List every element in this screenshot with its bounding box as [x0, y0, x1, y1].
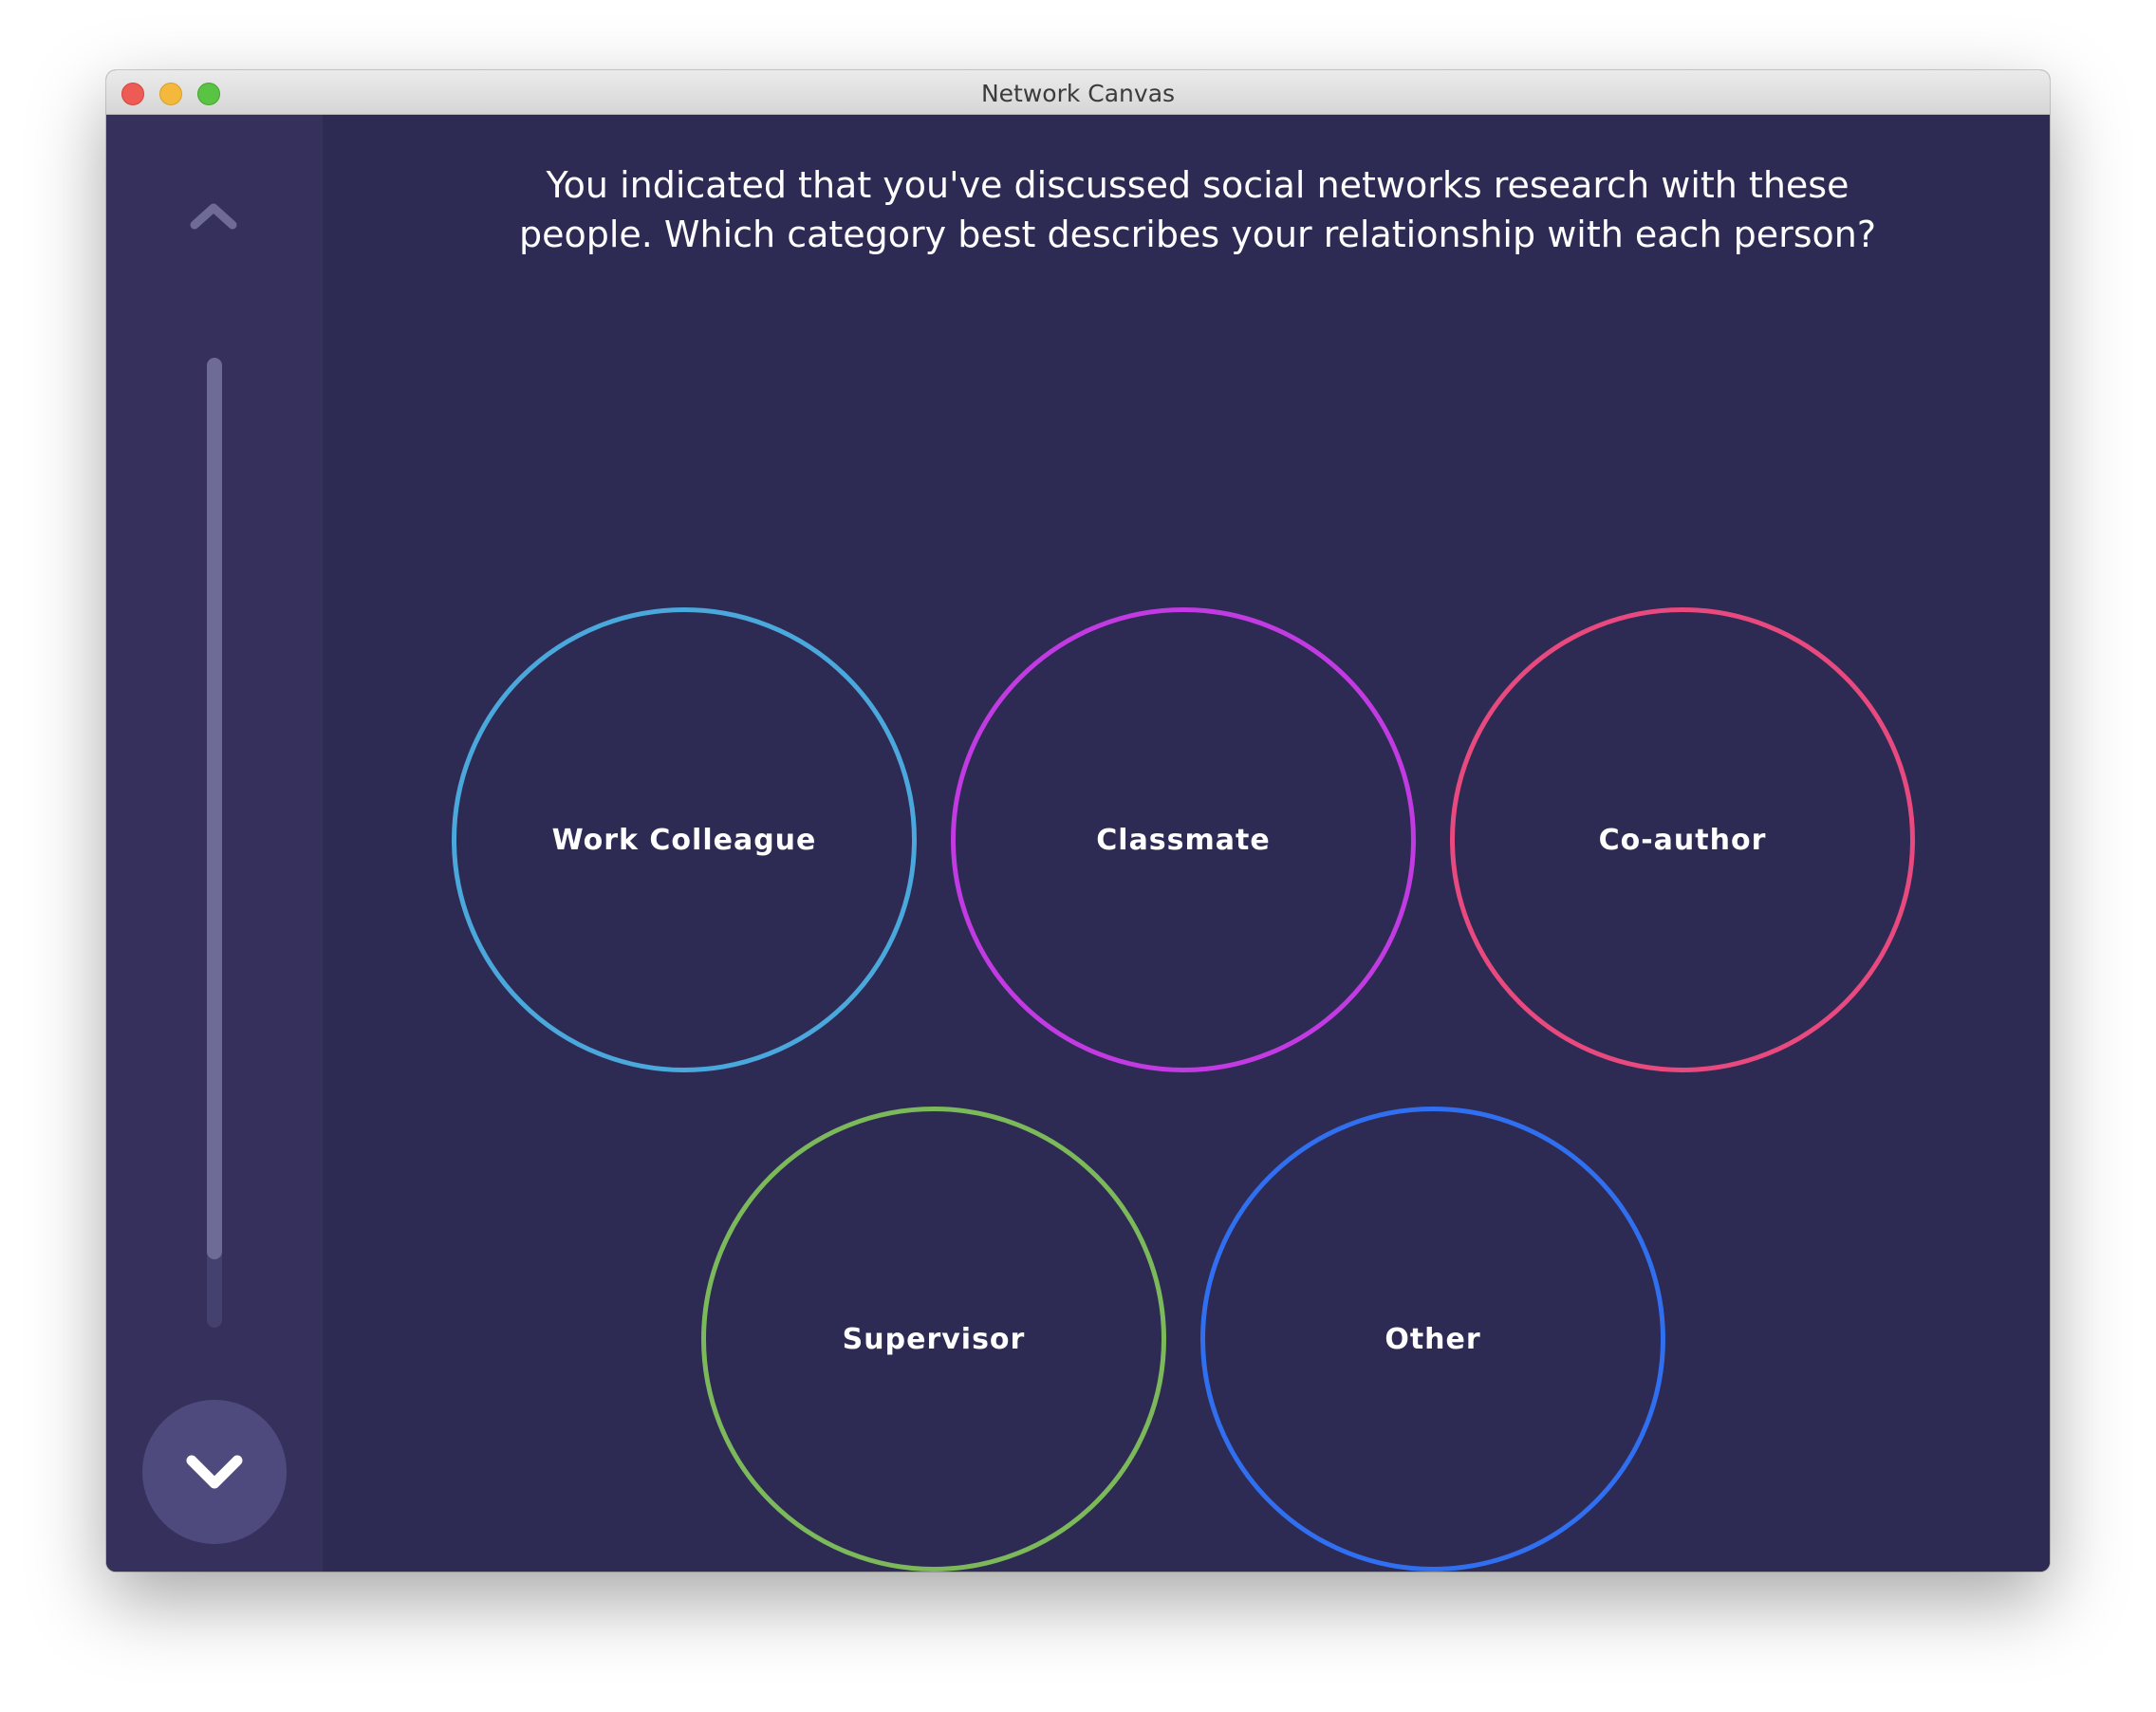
stage-prompt: You indicated that you've discussed soci…	[391, 160, 2004, 259]
category-label: Other	[1385, 1322, 1481, 1356]
category-label: Co-author	[1598, 823, 1767, 857]
window-title: Network Canvas	[980, 80, 1176, 107]
progress-bar	[207, 358, 222, 1328]
chevron-down-icon	[186, 1455, 243, 1489]
category-bin-work-colleague[interactable]: Work Colleague	[452, 607, 917, 1072]
interview-stage: You indicated that you've discussed soci…	[106, 115, 2050, 1572]
app-window: Network Canvas You indicated that you've…	[106, 70, 2050, 1572]
prompt-line-2: people. Which category best describes yo…	[518, 214, 1877, 255]
previous-stage-button[interactable]	[180, 191, 247, 238]
category-bin-other[interactable]: Other	[1200, 1107, 1665, 1572]
category-label: Classmate	[1096, 823, 1271, 857]
category-label: Supervisor	[842, 1322, 1026, 1356]
prompt-line-1: You indicated that you've discussed soci…	[546, 164, 1849, 206]
category-bin-supervisor[interactable]: Supervisor	[701, 1107, 1166, 1572]
category-bin-co-author[interactable]: Co-author	[1450, 607, 1915, 1072]
title-bar: Network Canvas	[106, 70, 2050, 115]
next-stage-button[interactable]	[142, 1400, 287, 1544]
navigation-sidebar	[106, 115, 323, 1572]
category-bin-classmate[interactable]: Classmate	[951, 607, 1416, 1072]
progress-bar-fill	[207, 358, 222, 1259]
chevron-up-icon	[190, 203, 237, 230]
category-label: Work Colleague	[551, 823, 817, 857]
